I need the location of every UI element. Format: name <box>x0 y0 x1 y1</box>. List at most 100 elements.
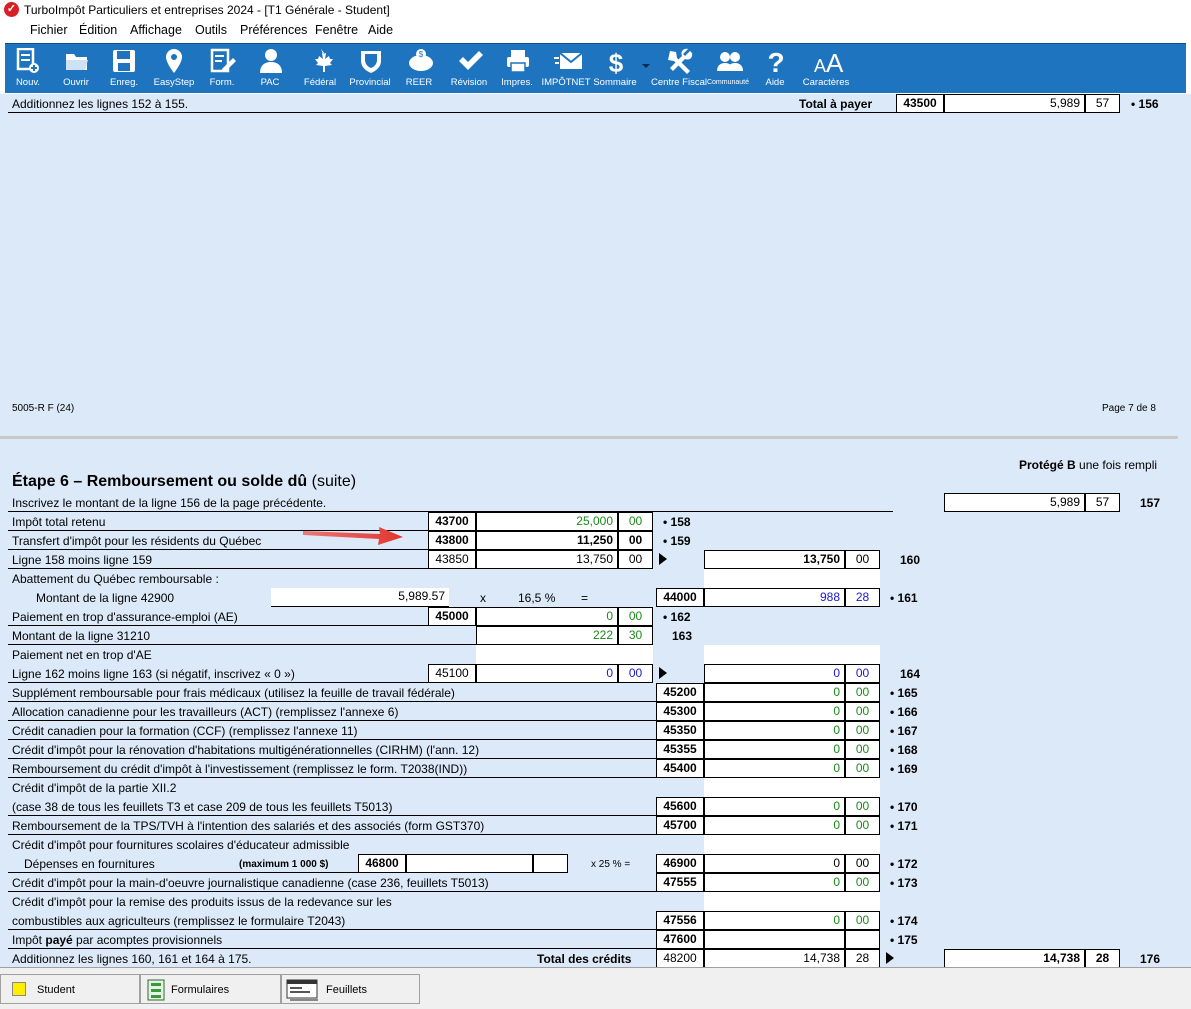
toolbar-caracteres-button[interactable]: AA Caractères <box>803 44 849 94</box>
row-164-heading: Paiement net en trop d'AE <box>12 648 152 662</box>
line-code-43850: 43850 <box>428 550 476 569</box>
svg-text:A: A <box>814 56 826 76</box>
row-157-amount-field[interactable]: 5,989 <box>944 493 1085 512</box>
line-number: 163 <box>672 629 693 643</box>
toolbar-revision-button[interactable]: Révision <box>446 44 492 94</box>
row-159-cents-field[interactable]: 00 <box>618 531 653 550</box>
row-161-label: Montant de la ligne 42900 <box>36 591 175 605</box>
row-174-cents-field[interactable]: 00 <box>845 911 880 930</box>
line-code-46900: 46900 <box>656 854 704 873</box>
row-160-total-cents-field: 00 <box>845 550 880 569</box>
menu-affichage[interactable]: Affichage <box>130 23 182 37</box>
menu-edition[interactable]: Édition <box>79 23 117 37</box>
row-168-amount-field[interactable]: 0 <box>704 740 845 759</box>
sommaire-dropdown-icon[interactable] <box>642 64 650 68</box>
menu-fichier[interactable]: Fichier <box>30 23 68 37</box>
row-175-amount-field[interactable] <box>704 930 845 949</box>
row-170-heading: Crédit d'impôt de la partie XII.2 <box>12 781 177 795</box>
row-173-amount-field[interactable]: 0 <box>704 873 845 892</box>
row-173-label: Crédit d'impôt pour la main-d'oeuvre jou… <box>12 876 489 890</box>
toolbar-label: Caractères <box>802 77 850 88</box>
row-167-amount-field[interactable]: 0 <box>704 721 845 740</box>
row-159-amount-field[interactable]: 11,250 <box>476 531 618 550</box>
menu-outils[interactable]: Outils <box>195 23 227 37</box>
toolbar-enreg-button[interactable]: Enreg. <box>101 44 147 94</box>
toolbar-communaute-button[interactable]: Communauté <box>705 44 751 94</box>
folder-open-icon <box>66 54 88 70</box>
font-size-icon: AA <box>814 48 844 76</box>
toolbar-aide-button[interactable]: ? Aide <box>752 44 798 94</box>
line-code-45400: 45400 <box>656 759 704 778</box>
line-156-cents-field[interactable]: 57 <box>1085 94 1120 113</box>
menu-preferences[interactable]: Préférences <box>240 23 307 37</box>
tab-label: Formulaires <box>171 984 230 996</box>
row-174-heading: Crédit d'impôt pour la remise des produi… <box>12 895 392 909</box>
toolbar-form-button[interactable]: Form. <box>199 44 245 94</box>
divider <box>8 834 656 835</box>
page-separator <box>0 436 1178 439</box>
row-167-cents-field[interactable]: 00 <box>845 721 880 740</box>
row-170-cents-field[interactable]: 00 <box>845 797 880 816</box>
menu-fenetre[interactable]: Fenêtre <box>315 23 358 37</box>
row-169-cents-field[interactable]: 00 <box>845 759 880 778</box>
row-163-cents-field[interactable]: 30 <box>618 626 653 645</box>
row-161-amount-field: 988 <box>704 588 845 607</box>
toolbar-impotnet-button[interactable]: IMPÔTNET <box>541 44 591 94</box>
row-175-cents-field[interactable] <box>845 930 880 949</box>
toolbar-pac-button[interactable]: PAC <box>247 44 293 94</box>
row-162-cents-field[interactable]: 00 <box>618 607 653 626</box>
row-173-cents-field[interactable]: 00 <box>845 873 880 892</box>
row-166-cents-field[interactable]: 00 <box>845 702 880 721</box>
row-165-amount-field[interactable]: 0 <box>704 683 845 702</box>
row-174-amount-field[interactable]: 0 <box>704 911 845 930</box>
toolbar-sommaire-button[interactable]: $ Sommaire <box>592 44 638 94</box>
toolbar-nouv-button[interactable]: Nouv. <box>5 44 51 94</box>
line-156-amount-field[interactable]: 5,989 <box>944 94 1085 113</box>
line-code-47600: 47600 <box>656 930 704 949</box>
supplies-cents-field[interactable] <box>533 854 568 873</box>
row-163-amount-field[interactable]: 222 <box>476 626 618 645</box>
supplies-amount-field[interactable] <box>406 854 533 873</box>
row-157-cents-field[interactable]: 57 <box>1085 493 1120 512</box>
times-symbol: x <box>480 591 486 605</box>
row-158-amount-field[interactable]: 25,000 <box>476 512 618 531</box>
turboimpot-logo-icon: ✓ <box>4 2 19 17</box>
divider <box>8 739 656 740</box>
row-167-label: Crédit canadien pour la formation (CCF) … <box>12 724 358 738</box>
tab-student[interactable]: Student <box>0 974 140 1004</box>
line-code-45300: 45300 <box>656 702 704 721</box>
row-165-cents-field[interactable]: 00 <box>845 683 880 702</box>
row-158-cents-field[interactable]: 00 <box>618 512 653 531</box>
row-170-amount-field[interactable]: 0 <box>704 797 845 816</box>
toolbar-reer-button[interactable]: $ REER <box>396 44 442 94</box>
row-169-amount-field[interactable]: 0 <box>704 759 845 778</box>
rate-16-5-percent: 16,5 % <box>518 591 556 605</box>
tab-feuillets[interactable]: Feuillets <box>281 974 420 1004</box>
checkmark-icon <box>459 51 483 70</box>
form-id: 5005-R F (24) <box>12 403 75 414</box>
toolbar-impres-button[interactable]: Impres. <box>494 44 540 94</box>
row-172-maximum-note: (maximum 1 000 $) <box>239 859 329 870</box>
row-166-amount-field[interactable]: 0 <box>704 702 845 721</box>
tab-formulaires[interactable]: Formulaires <box>140 974 281 1004</box>
row-171-amount-field[interactable]: 0 <box>704 816 845 835</box>
line-number: • 161 <box>890 591 918 605</box>
toolbar-federal-button[interactable]: Fédéral <box>297 44 343 94</box>
menu-aide[interactable]: Aide <box>368 23 393 37</box>
line-number: • 171 <box>890 819 918 833</box>
line-42900-amount-input[interactable]: 5,989.57 <box>271 588 449 607</box>
toolbar-provincial-button[interactable]: Provincial <box>347 44 393 94</box>
row-168-cents-field[interactable]: 00 <box>845 740 880 759</box>
row-168-label: Crédit d'impôt pour la rénovation d'habi… <box>12 743 480 757</box>
divider <box>8 112 896 113</box>
row-162-amount-field[interactable]: 0 <box>476 607 618 626</box>
row-171-cents-field[interactable]: 00 <box>845 816 880 835</box>
total-a-payer-label: Total à payer <box>799 97 873 111</box>
divider <box>8 720 656 721</box>
line-number: • 166 <box>890 705 918 719</box>
row-164-total-field: 0 <box>704 664 845 683</box>
toolbar-easystep-button[interactable]: EasyStep <box>151 44 197 94</box>
divider <box>8 948 656 949</box>
toolbar-ouvrir-button[interactable]: Ouvrir <box>53 44 99 94</box>
toolbar-centre-fiscal-button[interactable]: Centre Fiscal <box>651 44 707 94</box>
